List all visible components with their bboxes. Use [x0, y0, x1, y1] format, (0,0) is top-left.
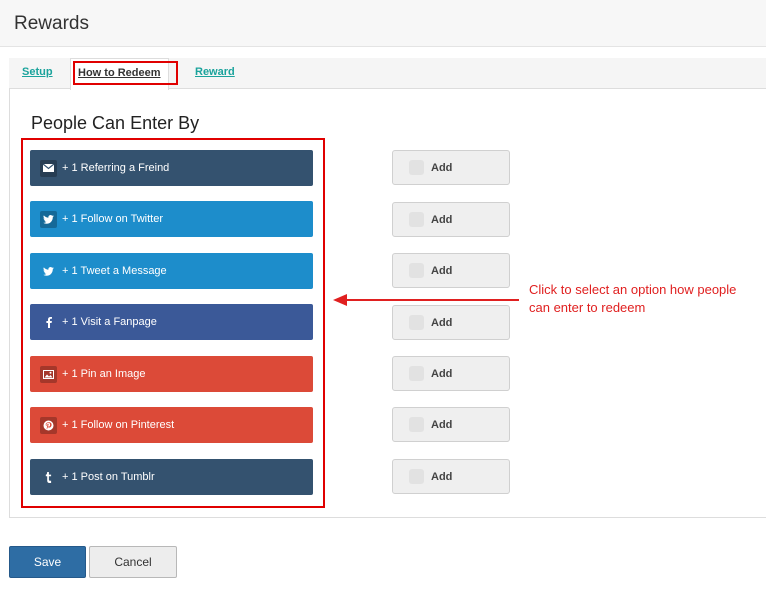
- option-label: + 1 Visit a Fanpage: [62, 316, 157, 328]
- add-checkbox[interactable]: [409, 212, 424, 227]
- add-button-tweet-message[interactable]: Add: [392, 253, 510, 288]
- add-button-follow-pinterest[interactable]: Add: [392, 407, 510, 442]
- section-heading: People Can Enter By: [31, 113, 200, 133]
- add-checkbox[interactable]: [409, 315, 424, 330]
- facebook-icon: [40, 314, 57, 331]
- option-label: + 1 Post on Tumblr: [62, 471, 155, 483]
- twitter-icon: [40, 263, 57, 280]
- annotation-note: Click to select an option how people can…: [529, 282, 737, 315]
- add-checkbox[interactable]: [409, 263, 424, 278]
- tab-reward[interactable]: Reward: [183, 58, 247, 89]
- option-referring-friend[interactable]: + 1 Referring a Freind: [30, 150, 313, 186]
- option-label: + 1 Follow on Twitter: [62, 213, 163, 225]
- envelope-icon: [40, 159, 57, 177]
- add-checkbox[interactable]: [409, 366, 424, 381]
- twitter-icon: [40, 210, 57, 228]
- add-button-referring-friend[interactable]: Add: [392, 150, 510, 185]
- add-checkbox[interactable]: [409, 417, 424, 432]
- option-label: + 1 Follow on Pinterest: [62, 419, 175, 431]
- option-tweet-message[interactable]: + 1 Tweet a Message: [30, 253, 313, 289]
- option-follow-twitter[interactable]: + 1 Follow on Twitter: [30, 201, 313, 237]
- title-bar: Rewards: [0, 0, 766, 47]
- add-checkbox[interactable]: [409, 160, 424, 175]
- add-button-visit-fanpage[interactable]: Add: [392, 305, 510, 340]
- tab-setup[interactable]: Setup: [10, 58, 65, 89]
- save-button[interactable]: Save: [9, 546, 86, 578]
- option-post-tumblr[interactable]: + 1 Post on Tumblr: [30, 459, 313, 495]
- add-button-pin-image[interactable]: Add: [392, 356, 510, 391]
- tab-bar: Setup How to Redeem Reward: [9, 58, 766, 90]
- option-label: + 1 Pin an Image: [62, 368, 146, 380]
- option-label: + 1 Referring a Freind: [62, 162, 170, 174]
- tab-how-to-redeem[interactable]: How to Redeem: [70, 58, 169, 90]
- add-checkbox[interactable]: [409, 469, 424, 484]
- image-icon: [40, 365, 57, 383]
- option-follow-pinterest[interactable]: + 1 Follow on Pinterest: [30, 407, 313, 443]
- cancel-button[interactable]: Cancel: [89, 546, 177, 578]
- option-pin-image[interactable]: + 1 Pin an Image: [30, 356, 313, 392]
- annotation-arrow: [333, 294, 519, 306]
- add-button-post-tumblr[interactable]: Add: [392, 459, 510, 494]
- page-title: Rewards: [14, 13, 89, 34]
- add-button-follow-twitter[interactable]: Add: [392, 202, 510, 237]
- option-label: + 1 Tweet a Message: [62, 265, 167, 277]
- tumblr-icon: [40, 469, 57, 486]
- option-visit-fanpage[interactable]: + 1 Visit a Fanpage: [30, 304, 313, 340]
- pinterest-icon: [40, 416, 57, 434]
